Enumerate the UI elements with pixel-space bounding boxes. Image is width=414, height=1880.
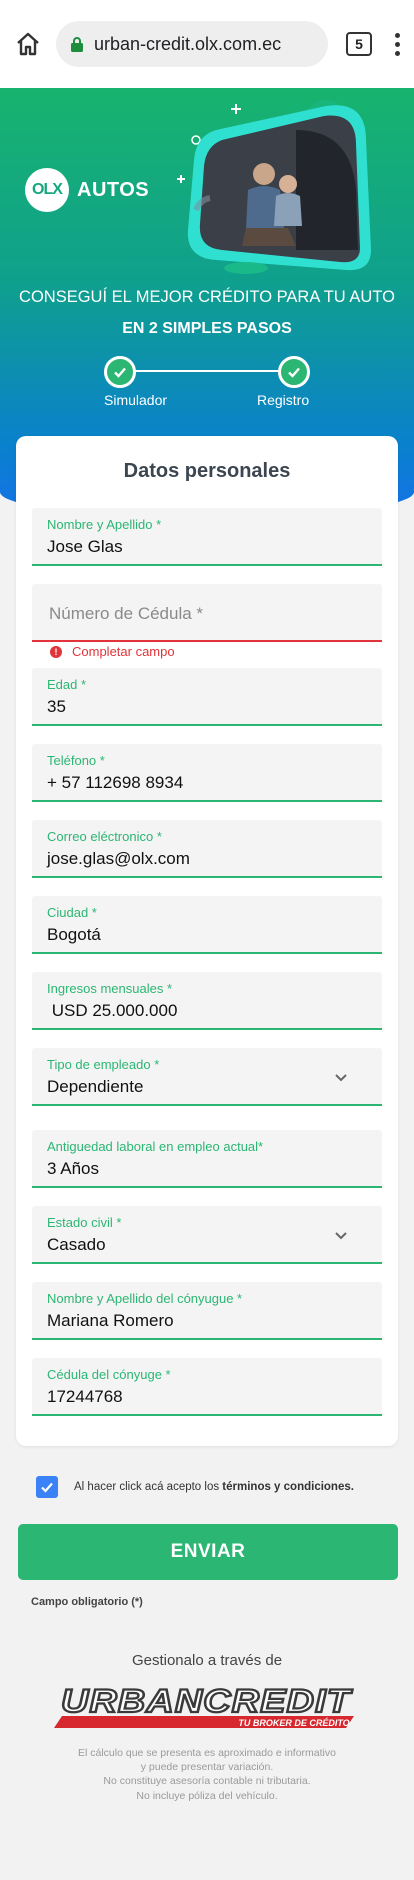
spouse-id-field[interactable]: Cédula del cónyuge * 17244768 [32, 1358, 382, 1416]
browser-toolbar: urban-credit.olx.com.ec 5 [0, 0, 414, 88]
step-label-registro: Registro [257, 392, 310, 408]
more-menu-icon[interactable] [394, 32, 400, 56]
monthly-income-field[interactable]: Ingresos mensuales * USD 25.000.000 [32, 972, 382, 1030]
spouse-name-field[interactable]: Nombre y Apellido del cónyugue * Mariana… [32, 1282, 382, 1340]
full-name-field[interactable]: Nombre y Apellido * Jose Glas [32, 508, 382, 566]
field-value: Bogotá [47, 925, 101, 944]
hero-title: CONSEGUÍ EL MEJOR CRÉDITO PARA TU AUTO [19, 288, 395, 306]
autos-logo-text: AUTOS [77, 178, 150, 201]
field-label: Ciudad * [47, 905, 97, 920]
field-label: Nombre y Apellido del cónyugue * [47, 1291, 243, 1306]
email-field[interactable]: Correo eléctronico * jose.glas@olx.com [32, 820, 382, 878]
step-connector [120, 370, 296, 372]
address-bar[interactable]: urban-credit.olx.com.ec [56, 21, 328, 67]
required-field-note: Campo obligatorio (*) [31, 1596, 143, 1608]
form-title: Datos personales [123, 460, 291, 482]
home-icon[interactable] [14, 30, 42, 58]
chevron-down-icon[interactable] [334, 1228, 348, 1246]
step-label-simulador: Simulador [104, 392, 168, 408]
field-value: Dependiente [47, 1077, 144, 1096]
id-number-error: ! Completar campo [50, 644, 175, 659]
step-simulador-check-icon [104, 356, 136, 388]
field-label: Cédula del cónyuge * [47, 1367, 171, 1382]
chevron-down-icon[interactable] [334, 1070, 348, 1088]
field-label: Tipo de empleado * [47, 1057, 160, 1072]
disclaimer-line: y puede presentar variación. [140, 1761, 274, 1774]
phone-field[interactable]: Teléfono * + 57 112698 8934 [32, 744, 382, 802]
field-value: Mariana Romero [47, 1311, 174, 1330]
field-value: Casado [47, 1235, 106, 1254]
field-label: Nombre y Apellido * [47, 517, 162, 532]
field-label: Teléfono * [47, 753, 105, 768]
terms-link[interactable]: términos y condiciones. [222, 1481, 354, 1493]
error-text: Completar campo [72, 644, 175, 659]
marital-status-select[interactable]: Estado civil * Casado [32, 1206, 382, 1264]
disclaimer-line: No incluye póliza del vehículo. [136, 1789, 278, 1802]
employee-type-select[interactable]: Tipo de empleado * Dependiente [32, 1048, 382, 1106]
city-field[interactable]: Ciudad * Bogotá [32, 896, 382, 954]
field-label: Edad * [47, 677, 87, 692]
disclaimer-line: El cálculo que se presenta es aproximado… [78, 1747, 336, 1759]
field-label: Correo eléctronico * [47, 829, 162, 844]
disclaimer-line: No constituye asesoría contable ni tribu… [103, 1775, 311, 1788]
field-label: Ingresos mensuales * [47, 981, 173, 996]
field-label: Antiguedad laboral en empleo actual* [47, 1139, 264, 1154]
terms-text: Al hacer click acá acepto los términos y… [74, 1481, 354, 1493]
olx-autos-logo: OLX AUTOS [25, 168, 149, 212]
disclaimer: El cálculo que se presenta es aproximado… [0, 1746, 414, 1803]
tab-switcher-button[interactable]: 5 [346, 32, 372, 56]
urbancredit-logo: URBANCREDIT TU BROKER DE CRÉDITO [54, 1684, 354, 1728]
field-value: 17244768 [47, 1387, 123, 1406]
field-placeholder: Número de Cédula * [49, 604, 204, 623]
field-value: jose.glas@olx.com [47, 849, 190, 868]
url-text: urban-credit.olx.com.ec [94, 33, 282, 54]
terms-text-prefix: Al hacer click acá acepto los [74, 1481, 223, 1493]
submit-button[interactable]: ENVIAR [18, 1524, 398, 1580]
field-label: Estado civil * [47, 1215, 122, 1230]
olx-logo-mark: OLX [25, 168, 69, 212]
terms-row: Al hacer click acá acepto los términos y… [36, 1476, 354, 1498]
terms-checkbox[interactable] [36, 1476, 58, 1498]
error-icon: ! [50, 645, 62, 658]
field-value: 35 [47, 697, 66, 716]
id-number-field[interactable]: Número de Cédula * [32, 584, 382, 642]
step-registro-check-icon [278, 356, 310, 388]
step-progress [104, 356, 310, 388]
field-value: Jose Glas [47, 537, 123, 556]
personal-data-card: Datos personales Nombre y Apellido * Jos… [16, 436, 398, 1446]
manage-through-text: Gestionalo a través de [131, 1652, 283, 1669]
brand-tagline: TU BROKER DE CRÉDITO [238, 1718, 349, 1728]
field-value: + 57 112698 8934 [47, 773, 184, 792]
field-value: USD 25.000.000 [47, 1001, 178, 1020]
hero-photo [177, 100, 371, 274]
hero-subtitle: EN 2 SIMPLES PASOS [122, 320, 292, 337]
lock-icon [70, 36, 84, 52]
job-seniority-field[interactable]: Antiguedad laboral en empleo actual* 3 A… [32, 1130, 382, 1188]
field-value: 3 Años [47, 1159, 99, 1178]
brand-name: URBANCREDIT [61, 1684, 353, 1719]
age-field[interactable]: Edad * 35 [32, 668, 382, 726]
